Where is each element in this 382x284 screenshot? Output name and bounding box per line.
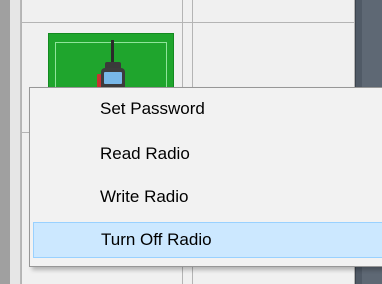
menu-item-label: Set Password (100, 99, 205, 118)
menu-item-label: Write Radio (100, 187, 189, 206)
menu-item-label: Read Radio (100, 144, 190, 163)
menu-item-label: Turn Off Radio (101, 230, 212, 249)
menu-item-write-radio[interactable]: Write Radio (33, 179, 382, 215)
app-window: Set Password Read Radio Write Radio Turn… (0, 0, 382, 284)
menu-item-turn-off-radio[interactable]: Turn Off Radio (33, 222, 382, 258)
menu-item-read-radio[interactable]: Read Radio (33, 136, 382, 172)
grid-line (21, 0, 22, 284)
grid-line (21, 22, 355, 23)
menu-item-set-password[interactable]: Set Password (33, 91, 382, 127)
context-menu: Set Password Read Radio Write Radio Turn… (29, 87, 382, 267)
row-header-column (10, 0, 21, 284)
